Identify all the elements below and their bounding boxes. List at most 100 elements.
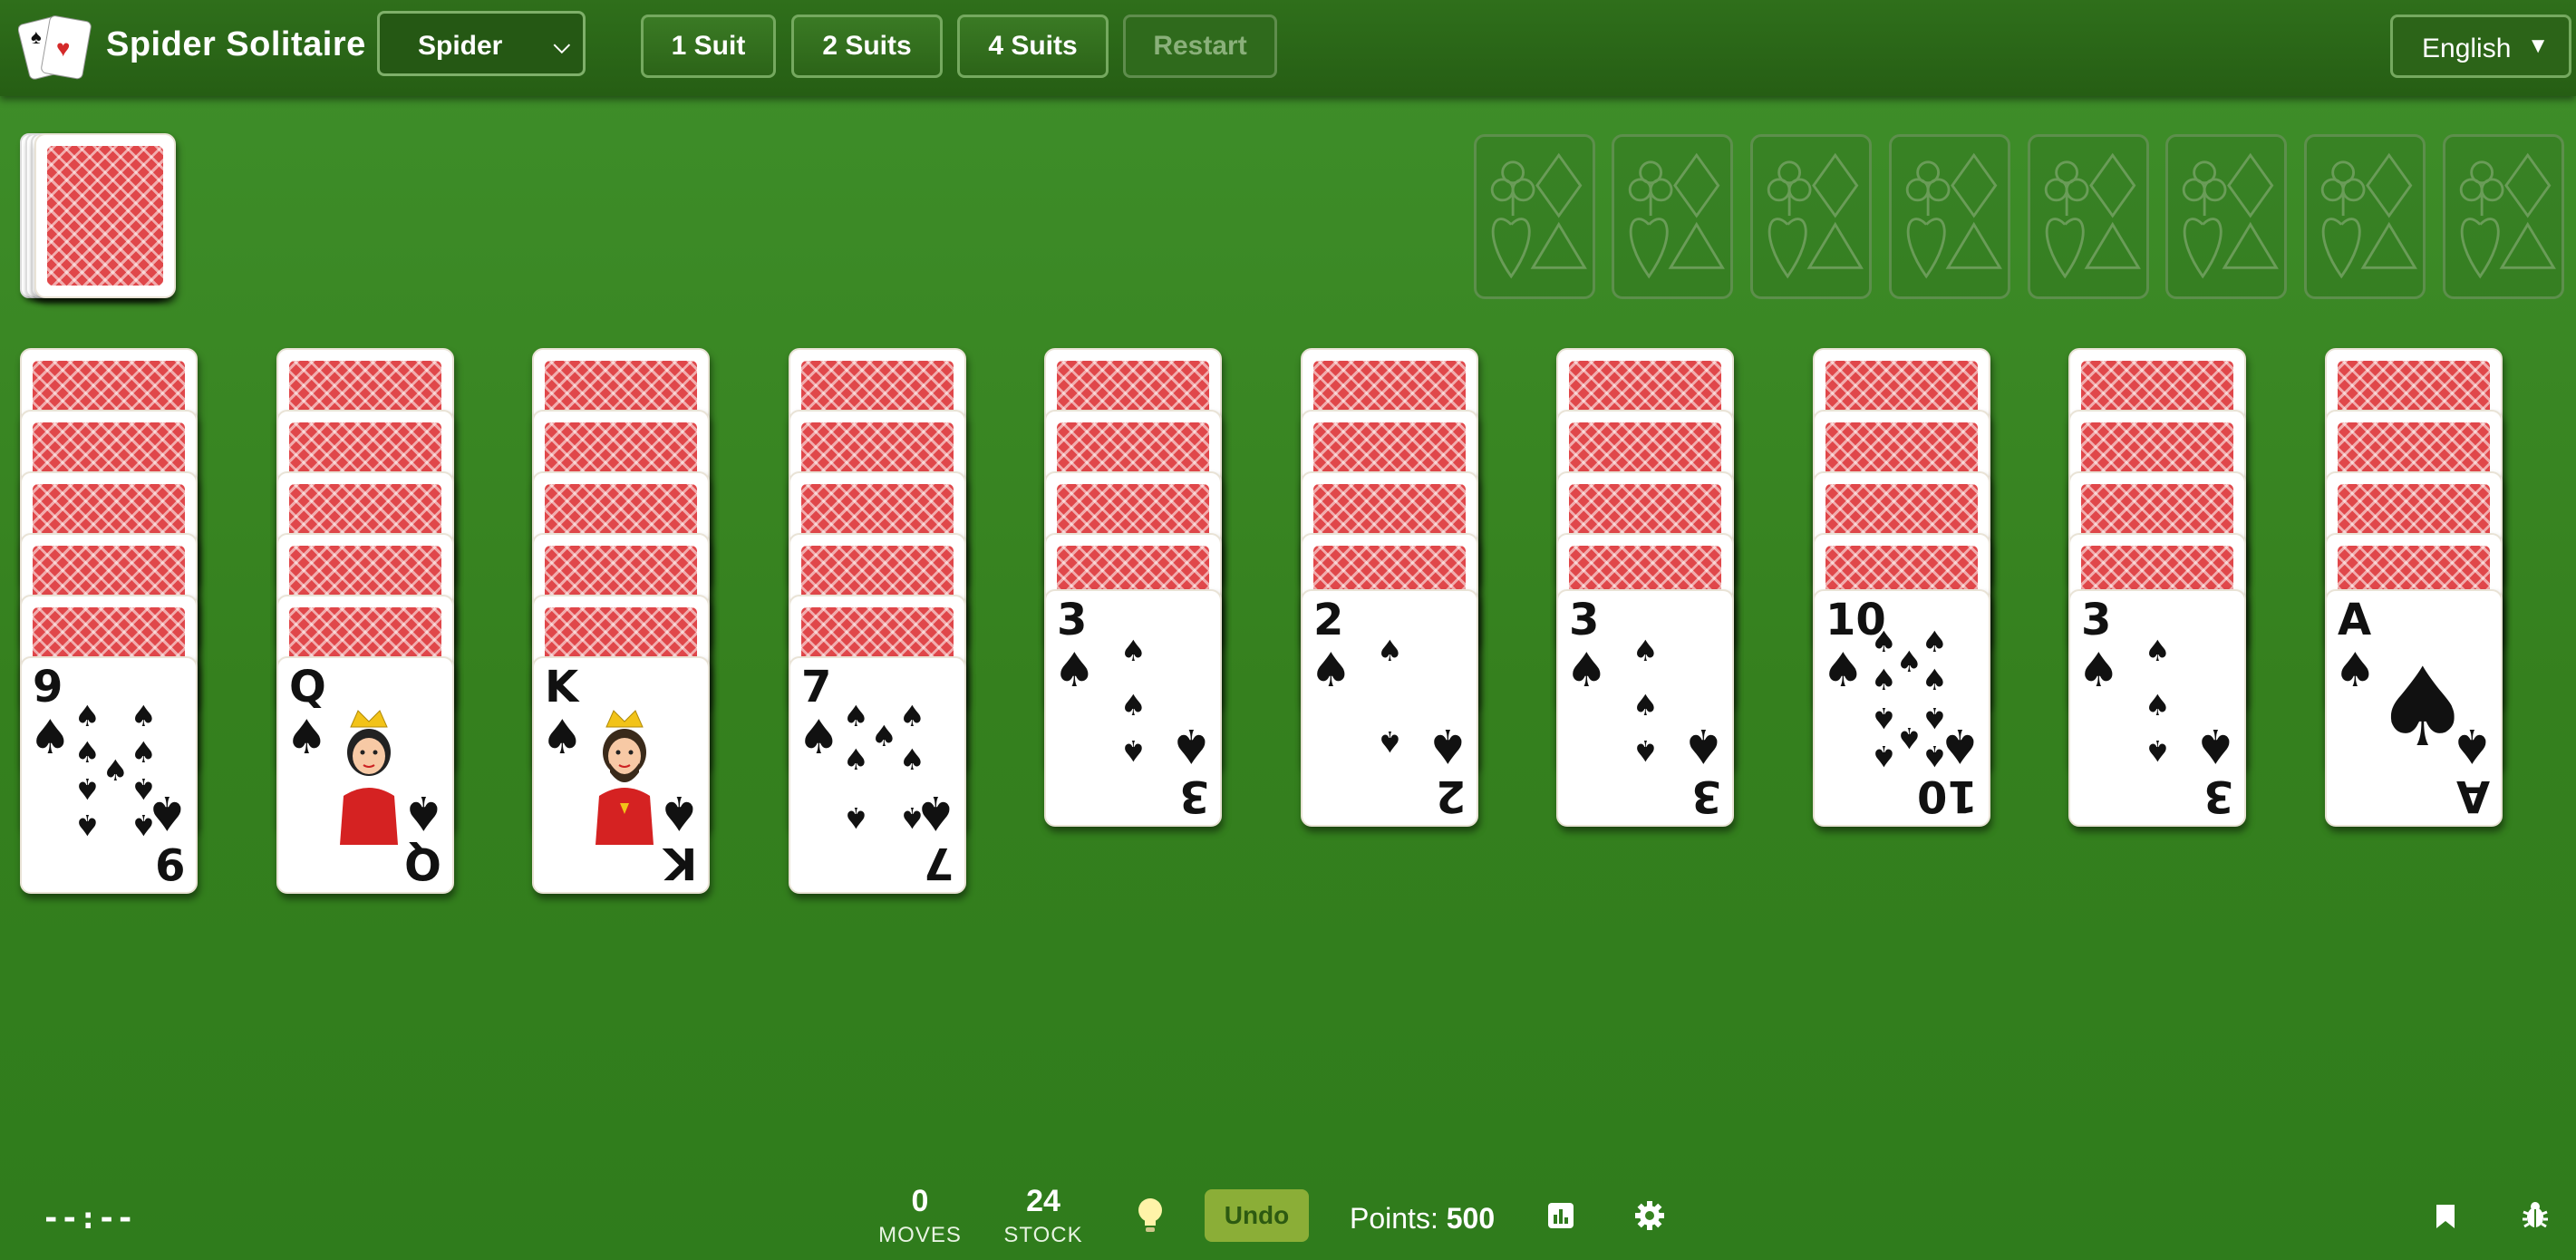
dropdown-arrow-icon: ▼ (2527, 34, 2549, 58)
spade-pip-icon: ♠ (899, 800, 925, 835)
spade-pip-icon: ♠ (1632, 634, 1659, 668)
spade-icon: ♠ (2194, 718, 2237, 772)
spade-pip-icon: ♠ (1871, 663, 1897, 697)
spade-pip-icon: ♠ (1871, 625, 1897, 659)
spade-pip-icon: ♠ (843, 800, 869, 835)
foundation-slot (1750, 134, 1872, 299)
spade-pip-icon: ♠ (871, 719, 897, 753)
bug-report-icon[interactable] (2522, 1201, 2549, 1230)
spade-pip-icon: ♠ (1922, 625, 1948, 659)
spade-pip-icon: ♠ (899, 742, 925, 777)
face-up-card[interactable]: 3 ♠ 3 ♠ ♠ ♠ ♠ (2068, 589, 2246, 827)
spade-pip-icon: ♠ (1871, 739, 1897, 773)
card-rank-inverted: A (2455, 771, 2490, 821)
points-display: Points: 500 (1350, 1202, 1495, 1236)
game-variant-value: Spider (418, 31, 503, 61)
stock-top-card[interactable] (34, 133, 176, 298)
restart-button[interactable]: Restart (1123, 15, 1277, 78)
top-bar: ♠ ♥ Spider Solitaire Spider ⌵ 1 Suit 2 S… (0, 0, 2576, 96)
card-rank-inverted: 9 (154, 838, 185, 888)
spade-pip-icon: ♠ (1120, 733, 1147, 768)
spade-pip-icon: ♠ (131, 808, 157, 842)
spade-icon: ♠ (2334, 644, 2377, 698)
stock-counter: 24 STOCK (989, 1184, 1098, 1248)
suits-outline-icon (2182, 152, 2279, 279)
spade-pip-icon: ♠ (1871, 701, 1897, 735)
settings-gear-icon[interactable] (1634, 1200, 1665, 1231)
spade-pip-icon: ♠ (1922, 701, 1948, 735)
moves-value: 0 (911, 1184, 929, 1218)
face-up-card[interactable]: 3 ♠ 3 ♠ ♠ ♠ ♠ (1044, 589, 1222, 827)
foundation-slot (2165, 134, 2287, 299)
queen-figure-icon (340, 710, 398, 845)
spade-pip-icon: ♠ (1922, 739, 1948, 773)
stock-label: STOCK (1003, 1223, 1083, 1247)
bookmark-icon[interactable] (2435, 1203, 2456, 1230)
app-logo-icon: ♠ ♥ (18, 15, 92, 80)
face-up-card[interactable]: 7 ♠ 7 ♠ ♠ ♠ ♠ ♠ ♠ ♠ ♠ (789, 656, 966, 894)
spade-pip-icon: ♠ (1896, 645, 1922, 679)
spade-pip-icon: ♠ (1632, 688, 1659, 722)
language-select[interactable]: English ▼ (2390, 15, 2571, 78)
two-suits-button[interactable]: 2 Suits (791, 15, 943, 78)
spade-icon: ♠ (286, 711, 328, 765)
hint-lightbulb-icon[interactable] (1135, 1197, 1166, 1235)
card-rank: 9 (33, 662, 63, 712)
spade-pip-icon: ♠ (843, 699, 869, 733)
card-rank-inverted: Q (404, 838, 441, 888)
spade-pip-icon: ♠ (74, 735, 101, 770)
svg-text:♠: ♠ (31, 25, 42, 48)
spade-pip-icon: ♠ (102, 753, 129, 788)
spade-icon: ♠ (1822, 644, 1864, 698)
card-rank: 3 (1569, 595, 1600, 645)
card-rank: 7 (801, 662, 832, 712)
one-suit-button[interactable]: 1 Suit (641, 15, 776, 78)
card-rank-inverted: 2 (1435, 771, 1466, 821)
spade-icon: ♠ (1682, 718, 1725, 772)
card-rank-inverted: 3 (2203, 771, 2233, 821)
face-up-card[interactable]: 2 ♠ 2 ♠ ♠ ♠ (1301, 589, 1478, 827)
card-rank-inverted: 7 (923, 838, 954, 888)
undo-button[interactable]: Undo (1205, 1189, 1309, 1242)
spade-pip-icon: ♠ (1632, 733, 1659, 768)
spade-pip-icon: ♠ (74, 771, 101, 806)
svg-text:♥: ♥ (56, 34, 70, 62)
spade-pip-icon: ♠ (131, 771, 157, 806)
language-value: English (2422, 34, 2512, 63)
face-up-card[interactable]: 9 ♠ 9 ♠ ♠ ♠ ♠ ♠ ♠ ♠ ♠ ♠ ♠ (20, 656, 198, 894)
spade-pip-icon: ♠ (1120, 634, 1147, 668)
statistics-icon[interactable] (1547, 1202, 1574, 1229)
points-label: Points: (1350, 1202, 1438, 1235)
suits-outline-icon (1490, 152, 1587, 279)
spade-pip-icon: ♠ (843, 742, 869, 777)
spade-pip-icon: ♠ (74, 808, 101, 842)
suits-outline-icon (2044, 152, 2141, 279)
suits-outline-icon (1905, 152, 2002, 279)
face-up-card[interactable]: 3 ♠ 3 ♠ ♠ ♠ ♠ (1556, 589, 1734, 827)
foundation-slot (2304, 134, 2426, 299)
chevron-down-icon: ⌵ (553, 34, 570, 58)
spade-icon: ♠ (1170, 718, 1213, 772)
face-up-card[interactable]: K ♠ K ♠ (532, 656, 710, 894)
spade-icon: ♠ (2077, 644, 2120, 698)
game-variant-select[interactable]: Spider ⌵ (377, 11, 586, 76)
card-rank: 3 (2081, 595, 2112, 645)
spade-pip-icon: ♠ (2145, 634, 2171, 668)
four-suits-button[interactable]: 4 Suits (957, 15, 1109, 78)
spade-pip-icon: ♠ (131, 699, 157, 733)
suits-outline-icon (2459, 152, 2556, 279)
card-rank-inverted: K (663, 838, 697, 888)
moves-counter: 0 MOVES (866, 1184, 974, 1248)
face-up-card[interactable]: 10 ♠ 10 ♠ ♠ ♠ ♠ ♠ ♠ ♠ ♠ ♠ ♠ ♠ (1813, 589, 1990, 827)
game-timer: --:-- (42, 1200, 135, 1236)
face-up-card[interactable]: Q ♠ Q ♠ (276, 656, 454, 894)
foundation-slot (1474, 134, 1595, 299)
card-rank-inverted: 10 (1917, 771, 1978, 821)
card-rank: 3 (1057, 595, 1088, 645)
suits-outline-icon (1628, 152, 1725, 279)
card-rank: 2 (1313, 595, 1344, 645)
spade-pip-icon: ♠ (131, 735, 157, 770)
foundation-slot (1889, 134, 2010, 299)
spade-icon: ♠ (1053, 644, 1096, 698)
face-up-card[interactable]: A ♠ A ♠ ♠ (2325, 589, 2503, 827)
